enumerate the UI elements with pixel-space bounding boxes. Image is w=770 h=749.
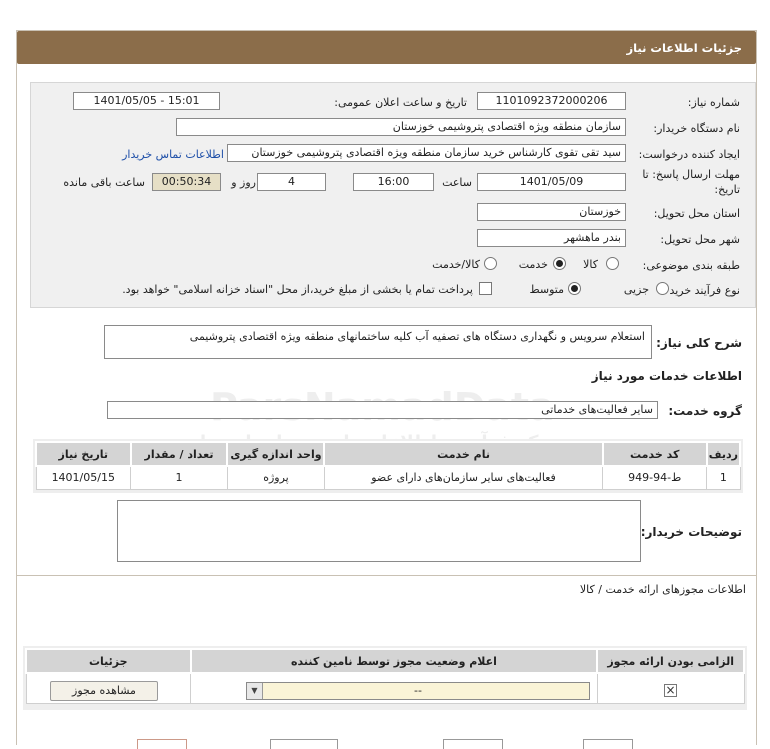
footer-button-3[interactable] xyxy=(443,739,503,749)
process-radio-medium[interactable] xyxy=(568,282,581,295)
buyer-org-field[interactable]: سازمان منطقه ویژه اقتصادی پتروشیمی خوزست… xyxy=(176,118,626,136)
category-option-goods: کالا xyxy=(583,258,598,271)
days-field[interactable]: 4 xyxy=(257,173,326,191)
city-field[interactable]: بندر ماهشهر xyxy=(477,229,626,247)
col-code: کد خدمت xyxy=(601,441,708,467)
requester-field[interactable]: سید تقی تقوی کارشناس خرید سازمان منطقه و… xyxy=(227,144,626,162)
category-option-service: خدمت xyxy=(518,258,548,271)
table-row: 1 ط-94-949 فعالیت‌های سایر سازمان‌های دا… xyxy=(35,465,741,490)
services-heading: اطلاعات خدمات مورد نیاز xyxy=(591,369,742,383)
summary-label: شرح کلی نیاز: xyxy=(656,336,742,350)
cell-code: ط-94-949 xyxy=(602,465,708,490)
footer-button-4[interactable] xyxy=(583,739,633,749)
cell-need-date: 1401/05/15 xyxy=(35,465,132,490)
time-label: ساعت xyxy=(442,176,472,189)
deadline-label: مهلت ارسال پاسخ: تا xyxy=(642,168,740,181)
licenses-heading: اطلاعات مجوزهای ارائه خدمت / کالا xyxy=(579,583,746,596)
days-label: روز و xyxy=(231,176,256,189)
category-radio-goods-service[interactable] xyxy=(484,257,497,270)
page-title: جزئیات اطلاعات نیاز xyxy=(17,31,756,64)
process-radio-minor[interactable] xyxy=(656,282,669,295)
announce-field[interactable]: 1401/05/05 - 15:01 xyxy=(73,92,220,110)
service-group-field[interactable]: سایر فعالیت‌های خدماتی xyxy=(107,401,658,419)
process-option-medium: متوسط xyxy=(529,283,564,296)
deadline-date-field[interactable]: 1401/05/09 xyxy=(477,173,626,191)
col-unit: واحد اندازه گیری xyxy=(226,441,326,467)
category-label: طبقه بندی موضوعی: xyxy=(642,259,740,272)
requester-label: ایجاد کننده درخواست: xyxy=(638,148,740,161)
license-status-select[interactable]: -- ▼ xyxy=(246,682,590,700)
treasury-checkbox[interactable] xyxy=(479,282,492,295)
section-divider xyxy=(17,575,756,576)
col-license-status: اعلام وضعیت مجوز توسط نامین کننده xyxy=(189,648,599,674)
treasury-note: پرداخت تمام یا بخشی از مبلغ خرید،از محل … xyxy=(122,283,473,296)
category-option-goods-service: کالا/خدمت xyxy=(432,258,480,271)
announce-label: تاریخ و ساعت اعلان عمومی: xyxy=(334,96,467,109)
cell-row: 1 xyxy=(706,465,741,490)
cell-unit: پروژه xyxy=(226,465,325,490)
cell-service-name: فعالیت‌های سایر سازمان‌های دارای عضو xyxy=(323,465,604,490)
col-license-required: الزامی بودن ارائه مجوز xyxy=(596,648,745,674)
process-label: نوع فرآیند خرید : xyxy=(662,284,740,297)
col-license-details: جزئیات xyxy=(25,648,192,674)
deadline-label-date: تاریخ: xyxy=(714,183,740,196)
col-service-name: نام خدمت xyxy=(323,441,604,467)
province-field[interactable]: خوزستان xyxy=(477,203,626,221)
col-quantity: تعداد / مقدار xyxy=(129,441,229,467)
need-number-label: شماره نیاز: xyxy=(687,96,740,109)
services-table: ردیف کد خدمت نام خدمت واحد اندازه گیری ت… xyxy=(35,441,742,490)
footer-button-2[interactable] xyxy=(270,739,338,749)
service-group-label: گروه خدمت: xyxy=(668,404,742,418)
category-radio-goods[interactable] xyxy=(606,257,619,270)
remaining-time-field: 00:50:34 xyxy=(152,173,221,191)
remaining-label: ساعت باقی مانده xyxy=(63,176,145,189)
buyer-org-label: نام دستگاه خریدار: xyxy=(653,122,740,135)
category-radio-service[interactable] xyxy=(553,257,566,270)
col-need-date: تاریخ نیاز xyxy=(35,441,132,467)
cell-quantity: 1 xyxy=(130,465,228,490)
footer-button-1[interactable] xyxy=(137,739,187,749)
city-label: شهر محل تحویل: xyxy=(660,233,740,246)
need-info-panel xyxy=(30,82,756,308)
need-number-field[interactable]: 1101092372000206 xyxy=(477,92,626,110)
buyer-notes-box xyxy=(117,500,641,562)
chevron-down-icon[interactable]: ▼ xyxy=(247,683,263,699)
buyer-notes-label: توضیحات خریدار: xyxy=(640,525,742,539)
license-status-value: -- xyxy=(414,684,422,697)
deadline-time-field[interactable]: 16:00 xyxy=(353,173,434,191)
col-row: ردیف xyxy=(705,441,742,467)
province-label: استان محل تحویل: xyxy=(653,207,740,220)
process-option-minor: جزیی xyxy=(623,283,649,296)
summary-text: استعلام سرویس و نگهداری دستگاه های تصفیه… xyxy=(104,325,652,359)
view-license-button[interactable]: مشاهده مجوز xyxy=(50,681,158,701)
license-required-checkbox: × xyxy=(664,683,677,697)
contact-buyer-link[interactable]: اطلاعات تماس خریدار xyxy=(122,148,224,161)
